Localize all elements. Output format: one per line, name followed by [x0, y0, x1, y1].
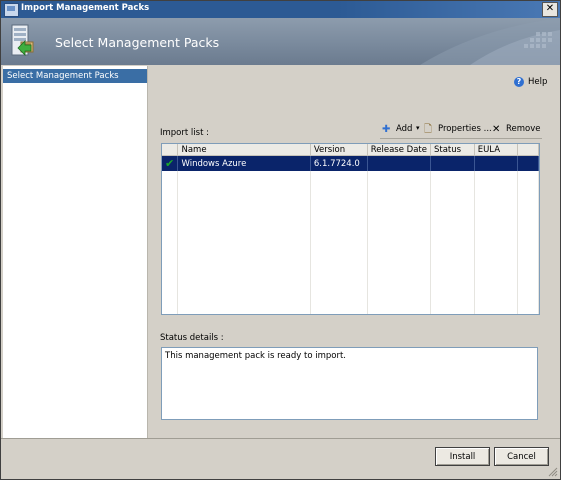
import-list-label: Import list : [160, 128, 209, 138]
wizard-banner: Select Management Packs [1, 18, 560, 65]
row-status-text-cell [430, 155, 475, 171]
footer-divider [1, 438, 560, 439]
add-button[interactable]: ✚ Add ▾ [382, 123, 422, 137]
resize-grip-icon[interactable] [548, 467, 558, 477]
help-label: Help [528, 77, 548, 87]
properties-label: Properties ... [438, 124, 492, 134]
main-panel: ? Help Import list : ✚ Add ▾ 🗋 Propertie… [148, 66, 560, 439]
checkmark-icon: ✔ [165, 157, 175, 170]
dropdown-arrow-icon: ▾ [416, 124, 420, 132]
column-header-status[interactable]: Status [430, 144, 475, 156]
table-row[interactable]: ✔ Windows Azure 6.1.7724.0 [162, 155, 539, 171]
install-button[interactable]: Install [435, 447, 490, 466]
column-header-name[interactable]: Name [177, 144, 311, 156]
help-icon: ? [514, 77, 524, 87]
add-icon: ✚ [382, 124, 391, 135]
status-details-label: Status details : [160, 333, 224, 343]
table-empty-area [162, 171, 539, 314]
add-label: Add [396, 124, 413, 134]
banner-decoration [420, 18, 560, 65]
column-header-filler [517, 144, 539, 156]
remove-button[interactable]: ✕ Remove [492, 123, 542, 137]
column-header-release-date[interactable]: Release Date [367, 144, 431, 156]
window-title: Import Management Packs [21, 3, 150, 13]
sidebar-item-select-management-packs[interactable]: Select Management Packs [3, 69, 147, 83]
import-list-grid[interactable]: Name Version Release Date Status EULA ✔ … [161, 143, 540, 315]
title-bar[interactable]: Import Management Packs ✕ [1, 1, 560, 18]
app-window-icon [4, 3, 19, 17]
row-name-cell: Windows Azure [177, 155, 311, 171]
management-pack-icon [11, 24, 34, 56]
import-management-packs-window: Import Management Packs ✕ Select Managem… [0, 0, 561, 480]
cancel-button[interactable]: Cancel [494, 447, 549, 466]
table-header-row: Name Version Release Date Status EULA [162, 144, 539, 156]
row-filler-cell [517, 155, 539, 171]
banner-title: Select Management Packs [55, 35, 220, 50]
properties-icon: 🗋 [424, 124, 433, 135]
row-eula-cell [474, 155, 519, 171]
row-status-cell: ✔ [162, 155, 179, 171]
remove-label: Remove [506, 124, 541, 134]
properties-button[interactable]: 🗋 Properties ... [424, 123, 492, 137]
wizard-sidebar: Select Management Packs [3, 66, 148, 439]
remove-icon: ✕ [492, 124, 501, 135]
close-button[interactable]: ✕ [542, 2, 558, 17]
status-details-box[interactable]: This management pack is ready to import. [161, 347, 538, 420]
toolbar-divider [380, 138, 542, 139]
row-release-date-cell [367, 155, 431, 171]
import-list-table: Name Version Release Date Status EULA ✔ … [162, 144, 539, 314]
column-header-check[interactable] [162, 144, 179, 156]
row-version-cell: 6.1.7724.0 [310, 155, 368, 171]
column-header-version[interactable]: Version [310, 144, 368, 156]
column-header-eula[interactable]: EULA [474, 144, 519, 156]
